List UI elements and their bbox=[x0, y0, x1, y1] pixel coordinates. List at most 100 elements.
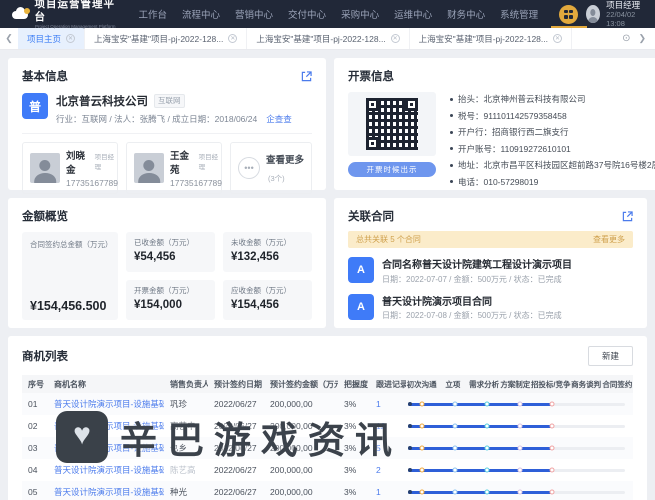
amount-value: ¥154,456 bbox=[231, 299, 279, 311]
row-amount: 200,000,00 bbox=[270, 399, 313, 409]
view-more-count: (3个) bbox=[268, 174, 285, 183]
menu-item-marketing-center[interactable]: 营销中心 bbox=[235, 7, 273, 21]
menu-item-process-center[interactable]: 流程中心 bbox=[182, 7, 220, 21]
invoice-info-title: 开票信息 bbox=[348, 71, 394, 83]
menu-item-finance-center[interactable]: 财务中心 bbox=[447, 7, 485, 21]
chevron-right-icon[interactable]: ❯ bbox=[638, 33, 646, 44]
user-info[interactable]: 项目经理 22/04/02 13:08 bbox=[586, 0, 645, 28]
row-date: 2022/06/27 bbox=[214, 421, 257, 431]
amount-label: 已收金额（万元） bbox=[134, 238, 194, 247]
external-link-icon[interactable] bbox=[301, 70, 312, 82]
opportunity-link[interactable]: 普天设计院演示项目-设施基础建设 bbox=[48, 398, 164, 410]
contact-card[interactable]: 王金苑 项目经理 17735167789 bbox=[126, 142, 222, 194]
menu-item-procurement-center[interactable]: 采购中心 bbox=[341, 7, 379, 21]
received-amount-tile: 已收金额（万元） ¥54,456 bbox=[126, 232, 215, 272]
menu-item-ops-center[interactable]: 运维中心 bbox=[394, 7, 432, 21]
col-records: 跟进记录 bbox=[376, 379, 406, 389]
stage-progress-bar[interactable] bbox=[406, 459, 633, 481]
stage-progress-bar[interactable] bbox=[406, 437, 633, 459]
tab-label: 上海宝安"基建"项目-pj-2022-128... bbox=[94, 33, 224, 44]
menu-item-workbench[interactable]: 工作台 bbox=[139, 7, 168, 21]
follow-up-records-link[interactable]: 1 bbox=[370, 487, 406, 497]
contact-card[interactable]: 刘晓金 项目经理 17735167789 bbox=[22, 142, 118, 194]
row-owner: 巩珍 bbox=[170, 399, 188, 409]
close-circle-icon[interactable]: ✕ bbox=[553, 34, 562, 43]
company-block: 普 北京普云科技公司 互联网 行业：互联网 / 法人：张腾飞 / 成立日期：20… bbox=[22, 93, 312, 125]
contracts-count-banner: 总共关联 5 个合同 查看更多 bbox=[348, 231, 633, 248]
tab-project-2[interactable]: 上海宝安"基建"项目-pj-2022-128... ✕ bbox=[247, 28, 410, 49]
contract-name: 合同名称普天设计院建筑工程设计演示项目 bbox=[382, 260, 572, 271]
follow-up-records-link[interactable]: 2 bbox=[370, 465, 406, 475]
stage-progress-bar[interactable] bbox=[406, 481, 633, 500]
col-name: 商机名称 bbox=[54, 379, 86, 389]
follow-up-records-link[interactable]: 1 bbox=[370, 399, 406, 409]
opportunity-link[interactable]: 普天设计院演示项目-设施基础建设 bbox=[48, 486, 164, 498]
table-row: 02 普天设计院演示项目-设施基础建设 高艺申 2022/06/27 200,0… bbox=[22, 415, 633, 437]
apps-launcher-button[interactable] bbox=[559, 4, 579, 24]
tab-bar: ❮ 项目主页 ✕ 上海宝安"基建"项目-pj-2022-128... ✕ 上海宝… bbox=[0, 28, 655, 50]
stage-col: 招投标/竞争 bbox=[530, 379, 571, 389]
show-invoice-qr-button[interactable]: 开票时候出示 bbox=[348, 162, 436, 177]
amount-overview-title: 金额概览 bbox=[22, 211, 68, 223]
amount-value: ¥54,456 bbox=[134, 251, 176, 263]
opportunity-link[interactable]: 普天设计院演示项目-设施基础建设 bbox=[48, 442, 164, 454]
apps-button-wrap bbox=[550, 0, 587, 28]
banner-text: 总共关联 5 个合同 bbox=[356, 235, 421, 244]
row-no: 04 bbox=[28, 465, 38, 475]
table-row: 03 普天设计院演示项目-设施基础建设 乜乡 2022/06/27 200,00… bbox=[22, 437, 633, 459]
amount-label: 未收金额（万元） bbox=[231, 238, 291, 247]
row-owner: 高艺申 bbox=[170, 421, 196, 431]
row-confidence: 3% bbox=[344, 443, 357, 453]
tab-project-1[interactable]: 上海宝安"基建"项目-pj-2022-128... ✕ bbox=[85, 28, 248, 49]
row-date: 2022/06/27 bbox=[214, 443, 257, 453]
tab-project-home[interactable]: 项目主页 ✕ bbox=[18, 28, 86, 49]
invoice-field-account: 开户账号：110919272610101 bbox=[458, 143, 571, 154]
tab-overflow-icon[interactable]: ⊙ bbox=[622, 33, 630, 44]
external-link-icon[interactable] bbox=[622, 210, 633, 222]
contact-phone: 17735167789 bbox=[66, 178, 119, 188]
menu-item-system-admin[interactable]: 系统管理 bbox=[500, 7, 538, 21]
chevron-left-icon[interactable]: ❮ bbox=[0, 28, 18, 49]
stage-progress-bar[interactable] bbox=[406, 415, 633, 437]
row-confidence: 3% bbox=[344, 487, 357, 497]
contract-icon: A bbox=[348, 257, 374, 284]
contacts-row: 刘晓金 项目经理 17735167789 王金苑 项目经理 1773516778… bbox=[22, 142, 312, 194]
bullet-icon bbox=[450, 147, 453, 150]
contract-item[interactable]: A 合同名称普天设计院建筑工程设计演示项目 日期：2022-07-07 / 金额… bbox=[348, 256, 633, 285]
opportunity-link[interactable]: 普天设计院演示项目-设施基础建设 bbox=[48, 464, 164, 476]
view-more-link[interactable]: 查看更多 bbox=[593, 234, 625, 245]
qr-panel bbox=[348, 92, 436, 156]
opportunity-list-title: 商机列表 bbox=[22, 351, 68, 363]
app-subtitle: Project Operation Management Platform bbox=[34, 23, 116, 30]
row-date: 2022/06/27 bbox=[214, 465, 257, 475]
stage-col: 商务谈判 bbox=[571, 379, 602, 389]
qichacha-link[interactable]: 企查查 bbox=[266, 113, 292, 125]
invoice-fields: 抬头：北京神州普云科技有限公司 税号：911101142579358458 开户… bbox=[450, 92, 655, 188]
contract-name: 普天设计院演示项目合同 bbox=[382, 296, 492, 308]
close-circle-icon[interactable]: ✕ bbox=[390, 34, 400, 43]
amount-label: 开票金额（万元） bbox=[134, 286, 194, 295]
top-navbar: 项目运营管理平台 Project Operation Management Pl… bbox=[0, 0, 655, 30]
table-row: 05 普天设计院演示项目-设施基础建设 种光 2022/06/27 200,00… bbox=[22, 481, 633, 500]
tab-project-3[interactable]: 上海宝安"基建"项目-pj-2022-128... ✕ bbox=[410, 28, 572, 49]
close-circle-icon[interactable]: ✕ bbox=[228, 34, 238, 43]
stage-progress-bar[interactable] bbox=[406, 393, 633, 415]
opportunity-table: 序号 商机名称 销售负责人 预计签约日期 预计签约金额（万元） 把握度 跟进记录… bbox=[22, 375, 633, 500]
menu-item-delivery-center[interactable]: 交付中心 bbox=[288, 7, 326, 21]
contract-item[interactable]: A 普天设计院演示项目合同 日期：2022-07-08 / 金额：500万元 /… bbox=[348, 293, 633, 322]
close-circle-icon[interactable]: ✕ bbox=[66, 34, 76, 43]
divider bbox=[22, 133, 312, 134]
tab-label: 上海宝安"基建"项目-pj-2022-128... bbox=[256, 33, 386, 44]
amount-label: 应收金额（万元） bbox=[231, 286, 291, 295]
tab-label: 项目主页 bbox=[27, 33, 62, 44]
follow-up-records-link[interactable]: 12 bbox=[370, 421, 406, 431]
row-no: 03 bbox=[28, 443, 38, 453]
new-opportunity-button[interactable]: 新建 bbox=[587, 346, 633, 366]
active-underline bbox=[550, 26, 587, 28]
opportunity-link[interactable]: 普天设计院演示项目-设施基础建设 bbox=[48, 420, 164, 432]
view-more-contacts[interactable]: ••• 查看更多 (3个) bbox=[230, 142, 312, 194]
follow-up-records-link[interactable]: 5 bbox=[370, 443, 406, 453]
stage-col: 合同签约 bbox=[602, 379, 633, 389]
col-no: 序号 bbox=[28, 379, 44, 389]
row-amount: 200,000,00 bbox=[270, 421, 313, 431]
